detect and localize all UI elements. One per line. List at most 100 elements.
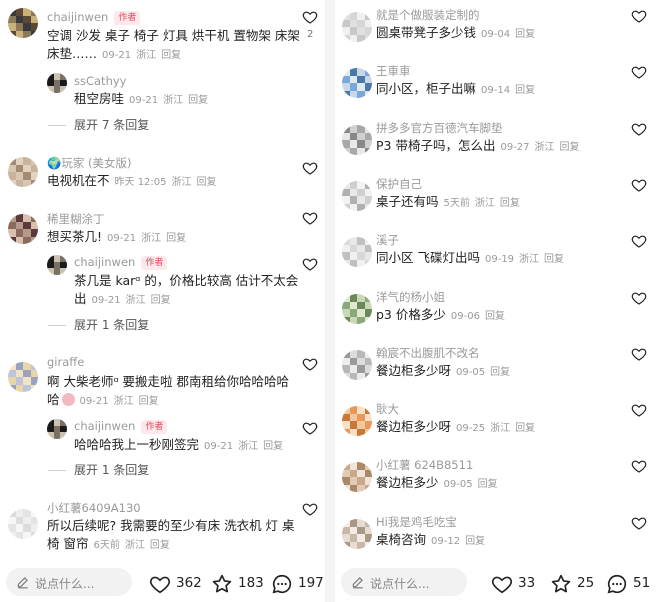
favorite-count: 25 bbox=[577, 575, 595, 591]
comment-text: 桌椅咨询 09-12 回复 bbox=[376, 532, 486, 547]
commenter-name[interactable]: chaijinwen 作者 bbox=[74, 255, 168, 270]
comment-text: 餐边柜多少呀 09-05 回复 bbox=[376, 363, 511, 378]
commenter-name[interactable]: 拼多多官方百德汽车脚垫 bbox=[376, 120, 503, 136]
comment-text: 餐边柜多少呀 09-25 浙江 回复 bbox=[376, 419, 536, 434]
heart-icon[interactable] bbox=[302, 256, 318, 272]
comment-text: 桌子还有吗 5天前 浙江 回复 bbox=[376, 194, 520, 209]
heart-icon[interactable] bbox=[631, 458, 647, 474]
avatar[interactable] bbox=[47, 73, 67, 93]
heart-icon[interactable] bbox=[631, 346, 647, 362]
commenter-name[interactable]: 保护自己 bbox=[376, 176, 422, 192]
avatar[interactable] bbox=[8, 214, 38, 244]
commenter-name[interactable]: 🌍玩家 (美女版) bbox=[47, 155, 131, 171]
reply-link[interactable]: 回复 bbox=[151, 295, 171, 306]
expand-replies-link[interactable]: 展开 1 条回复 bbox=[74, 316, 149, 333]
heart-icon[interactable] bbox=[631, 8, 647, 24]
heart-icon[interactable] bbox=[302, 420, 318, 436]
reply-link[interactable]: 回复 bbox=[139, 396, 159, 407]
avatar[interactable] bbox=[342, 294, 372, 324]
avatar[interactable] bbox=[342, 12, 372, 42]
commenter-name[interactable]: 翰宸不出腹肌不改名 bbox=[376, 345, 480, 361]
reply-link[interactable]: 回复 bbox=[465, 536, 485, 547]
commenter-name[interactable]: 洋气的杨小姐 bbox=[376, 289, 445, 305]
commenter-name[interactable]: chaijinwen 作者 bbox=[74, 419, 168, 434]
heart-icon[interactable] bbox=[631, 233, 647, 249]
comment-placeholder: 说点什么... bbox=[370, 577, 430, 591]
heart-icon bbox=[491, 576, 513, 594]
expand-replies-link[interactable]: 展开 7 条回复 bbox=[74, 116, 149, 133]
commenter-name[interactable]: 小红薯6409A130 bbox=[47, 500, 141, 516]
reply-link[interactable]: 回复 bbox=[188, 95, 208, 106]
reply-link[interactable]: 回复 bbox=[544, 254, 564, 265]
left-comment-panel: chaijinwen 作者 空调 沙发 桌子 椅子 灯具 烘干机 置物架 床架 床… bbox=[0, 0, 325, 602]
avatar[interactable] bbox=[8, 509, 38, 539]
reply-link[interactable]: 回复 bbox=[150, 540, 170, 551]
avatar[interactable] bbox=[47, 255, 67, 275]
avatar[interactable] bbox=[342, 125, 372, 155]
avatar[interactable] bbox=[342, 406, 372, 436]
heart-icon[interactable] bbox=[302, 356, 318, 372]
reply-link[interactable]: 回复 bbox=[478, 479, 498, 490]
heart-icon[interactable] bbox=[631, 402, 647, 418]
avatar[interactable] bbox=[47, 419, 67, 439]
emoji-icon bbox=[61, 393, 75, 406]
reply-link[interactable]: 回复 bbox=[515, 85, 535, 96]
reply-link[interactable]: 回复 bbox=[515, 29, 535, 40]
avatar[interactable] bbox=[342, 181, 372, 211]
heart-icon[interactable] bbox=[302, 501, 318, 517]
avatar[interactable] bbox=[342, 68, 372, 98]
commenter-name[interactable]: 王車車 bbox=[376, 63, 411, 79]
comment-text: p3 价格多少 09-06 回复 bbox=[376, 307, 505, 322]
comment-count: 51 bbox=[633, 575, 651, 591]
commenter-name[interactable]: 溪子 bbox=[376, 232, 399, 248]
favorite-count: 183 bbox=[238, 575, 264, 591]
comment-text: 啊 大柴老师ᵅ 要搬走啦 郡南租给你哈哈哈哈 bbox=[47, 374, 289, 389]
avatar[interactable] bbox=[342, 237, 372, 267]
reply-text: 哈哈哈我上一秒刚签完 09-21 浙江 回复 bbox=[74, 437, 284, 452]
reply-link[interactable]: 回复 bbox=[197, 177, 217, 188]
reply-link[interactable]: 回复 bbox=[161, 50, 181, 61]
heart-icon[interactable] bbox=[631, 64, 647, 80]
heart-icon[interactable] bbox=[302, 160, 318, 176]
reply-text: 茶几是 karᵅ 的，价格比较高 估计不太会 bbox=[74, 273, 299, 288]
author-tag: 作者 bbox=[114, 11, 141, 25]
heart-icon[interactable] bbox=[631, 121, 647, 137]
commenter-name[interactable]: 就是个做服装定制的 bbox=[376, 7, 480, 23]
avatar[interactable] bbox=[8, 157, 38, 187]
reply-link[interactable]: 回复 bbox=[500, 198, 520, 209]
comment-text-line: 椅 窗帘 6天前 浙江 回复 bbox=[47, 536, 170, 551]
comment-input[interactable]: 说点什么... bbox=[341, 568, 467, 596]
heart-icon[interactable] bbox=[631, 515, 647, 531]
comment-text: 餐边柜多少 09-05 回复 bbox=[376, 475, 498, 490]
avatar[interactable] bbox=[8, 362, 38, 392]
panel-divider bbox=[325, 0, 335, 602]
expand-replies-link[interactable]: 展开 1 条回复 bbox=[74, 461, 149, 478]
heart-icon[interactable] bbox=[631, 177, 647, 193]
reply-link[interactable]: 回复 bbox=[166, 233, 186, 244]
avatar[interactable] bbox=[342, 519, 372, 549]
commenter-name[interactable]: chaijinwen 作者 bbox=[47, 10, 141, 25]
star-icon bbox=[212, 574, 232, 593]
commenter-name[interactable]: 稀里糊涂丁 bbox=[47, 211, 105, 227]
reply-link[interactable]: 回复 bbox=[485, 311, 505, 322]
comment-placeholder: 说点什么... bbox=[35, 577, 95, 591]
heart-icon[interactable] bbox=[631, 290, 647, 306]
commenter-name[interactable]: giraffe bbox=[47, 355, 84, 369]
commenter-name[interactable]: 小红薯 624B8511 bbox=[376, 457, 473, 473]
commenter-name[interactable]: Hi我是鸡毛吃宝 bbox=[376, 514, 457, 530]
commenter-name[interactable]: 耿大 bbox=[376, 401, 399, 417]
reply-link[interactable]: 回复 bbox=[490, 367, 510, 378]
avatar[interactable] bbox=[342, 462, 372, 492]
comment-input[interactable]: 说点什么... bbox=[6, 568, 132, 596]
author-tag: 作者 bbox=[141, 256, 168, 270]
reply-link[interactable]: 回复 bbox=[560, 142, 580, 153]
comment-text: 想买茶几! 09-21 浙江 回复 bbox=[47, 229, 187, 244]
heart-icon[interactable] bbox=[302, 9, 318, 25]
reply-link[interactable]: 回复 bbox=[515, 423, 535, 434]
chat-bubble-icon bbox=[272, 574, 292, 594]
commenter-name[interactable]: ssCathyy bbox=[74, 74, 126, 88]
heart-icon[interactable] bbox=[302, 210, 318, 226]
avatar[interactable] bbox=[8, 8, 38, 38]
reply-link[interactable]: 回复 bbox=[263, 441, 283, 452]
avatar[interactable] bbox=[342, 350, 372, 380]
